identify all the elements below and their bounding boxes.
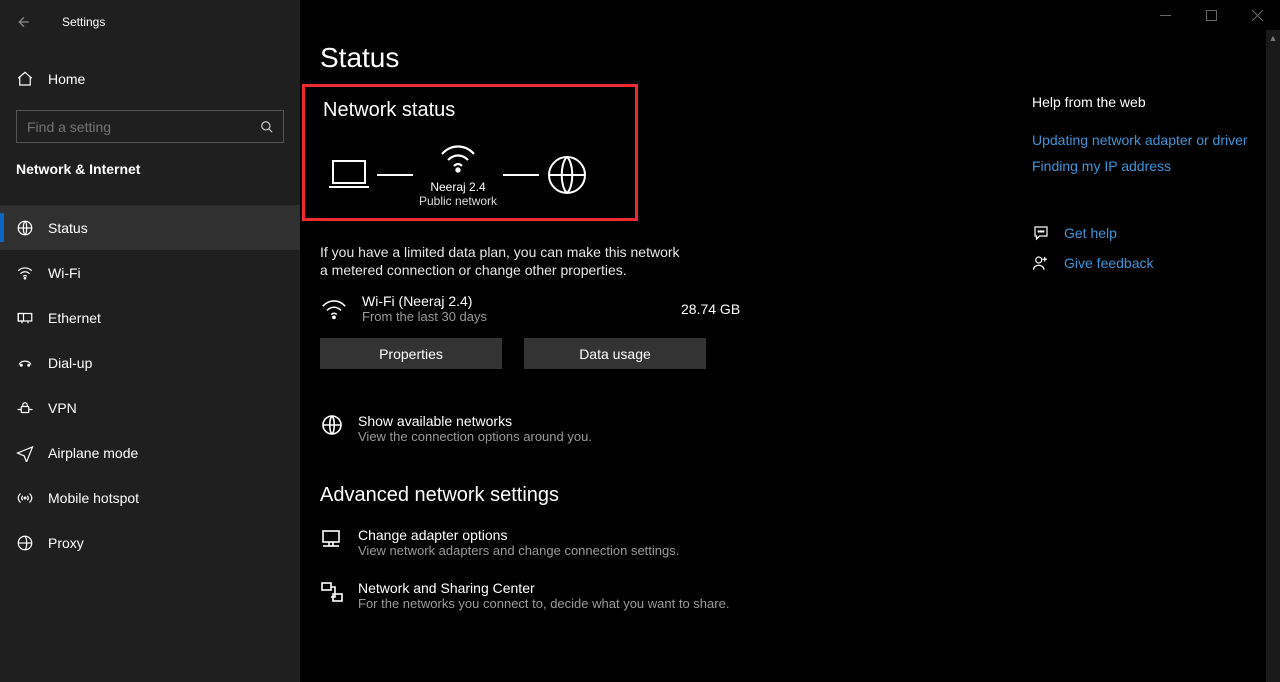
sharing-icon [320,580,344,611]
minimize-button[interactable] [1142,0,1188,30]
sidebar-category: Network & Internet [0,143,300,187]
content: Status Network status Neeraj 2.4 Public … [300,0,1032,682]
wifi-icon [438,142,478,174]
sidebar-item-proxy[interactable]: Proxy [0,520,300,565]
sidebar-item-status[interactable]: Status [0,205,300,250]
sidebar-item-label: Status [48,220,88,236]
sidebar-item-dialup[interactable]: Dial-up [0,340,300,385]
sharing-center-title: Network and Sharing Center [358,580,729,596]
diagram-center: Neeraj 2.4 Public network [419,142,497,208]
help-panel: Help from the web Updating network adapt… [1032,0,1280,682]
advanced-settings-heading: Advanced network settings [320,484,1032,507]
sidebar-home[interactable]: Home [0,60,300,98]
usage-amount: 28.74 GB [681,301,740,317]
search-wrap [0,98,300,143]
main: Status Network status Neeraj 2.4 Public … [300,0,1280,682]
wifi-icon [16,264,34,282]
maximize-button[interactable] [1188,0,1234,30]
sidebar-item-label: Airplane mode [48,445,138,461]
network-status-highlight: Network status Neeraj 2.4 Public network [302,84,638,221]
vertical-scrollbar[interactable]: ▲ [1266,30,1280,682]
hotspot-icon [16,489,34,507]
network-status-heading: Network status [323,99,635,122]
sidebar-item-label: Dial-up [48,355,92,371]
sidebar-item-vpn[interactable]: VPN [0,385,300,430]
help-link-ip[interactable]: Finding my IP address [1032,158,1280,174]
sidebar-item-hotspot[interactable]: Mobile hotspot [0,475,300,520]
show-networks-link[interactable]: Show available networks View the connect… [320,413,1032,444]
show-networks-title: Show available networks [358,413,592,429]
sidebar-item-label: Proxy [48,535,84,551]
dialup-icon [16,354,34,372]
get-help-label: Get help [1064,225,1117,241]
page-title: Status [320,42,1032,74]
sidebar-nav: Status Wi-Fi Ethernet Dial-up VPN [0,205,300,565]
usage-row: Wi-Fi (Neeraj 2.4) From the last 30 days… [320,293,1032,324]
give-feedback-label: Give feedback [1064,255,1154,271]
adapter-icon [320,527,344,558]
network-profile: Public network [419,194,497,208]
sidebar-item-airplane[interactable]: Airplane mode [0,430,300,475]
adapter-options-link[interactable]: Change adapter options View network adap… [320,527,1032,558]
adapter-options-title: Change adapter options [358,527,679,543]
diagram-connector [503,174,539,176]
sharing-center-link[interactable]: Network and Sharing Center For the netwo… [320,580,1032,611]
sidebar: Settings Home Network & Internet Status … [0,0,300,682]
feedback-icon [1032,254,1050,272]
scroll-up-icon[interactable]: ▲ [1266,30,1280,46]
limited-plan-text: If you have a limited data plan, you can… [320,243,690,279]
globe-icon [545,153,589,197]
help-heading: Help from the web [1032,94,1280,110]
sidebar-home-label: Home [48,71,85,87]
titlebar-controls [1142,0,1280,30]
diagram-connector [377,174,413,176]
search-input[interactable] [16,110,284,143]
sharing-center-sub: For the networks you connect to, decide … [358,596,729,611]
adapter-options-sub: View network adapters and change connect… [358,543,679,558]
usage-adapter: Wi-Fi (Neeraj 2.4) [362,293,487,309]
network-ssid: Neeraj 2.4 [430,180,485,194]
button-row: Properties Data usage [320,338,1032,369]
sidebar-item-label: Mobile hotspot [48,490,139,506]
back-button[interactable] [14,12,34,32]
home-icon [16,70,34,88]
search-icon [260,120,274,134]
show-networks-sub: View the connection options around you. [358,429,592,444]
give-feedback-link[interactable]: Give feedback [1032,254,1280,272]
close-button[interactable] [1234,0,1280,30]
get-help-link[interactable]: Get help [1032,224,1280,242]
airplane-icon [16,444,34,462]
vpn-icon [16,399,34,417]
wifi-icon [320,297,348,321]
properties-button[interactable]: Properties [320,338,502,369]
data-usage-button[interactable]: Data usage [524,338,706,369]
network-diagram: Neeraj 2.4 Public network [327,142,635,208]
proxy-icon [16,534,34,552]
help-link-adapter[interactable]: Updating network adapter or driver [1032,132,1280,148]
laptop-icon [327,157,371,193]
usage-period: From the last 30 days [362,309,487,324]
status-icon [16,219,34,237]
sidebar-item-label: VPN [48,400,77,416]
sidebar-header: Settings [0,6,300,38]
usage-info: Wi-Fi (Neeraj 2.4) From the last 30 days [362,293,487,324]
sidebar-item-label: Ethernet [48,310,101,326]
ethernet-icon [16,309,34,327]
sidebar-item-wifi[interactable]: Wi-Fi [0,250,300,295]
sidebar-item-label: Wi-Fi [48,265,81,281]
app-title: Settings [62,15,105,29]
sidebar-item-ethernet[interactable]: Ethernet [0,295,300,340]
help-icon [1032,224,1050,242]
globe-icon [320,413,344,444]
